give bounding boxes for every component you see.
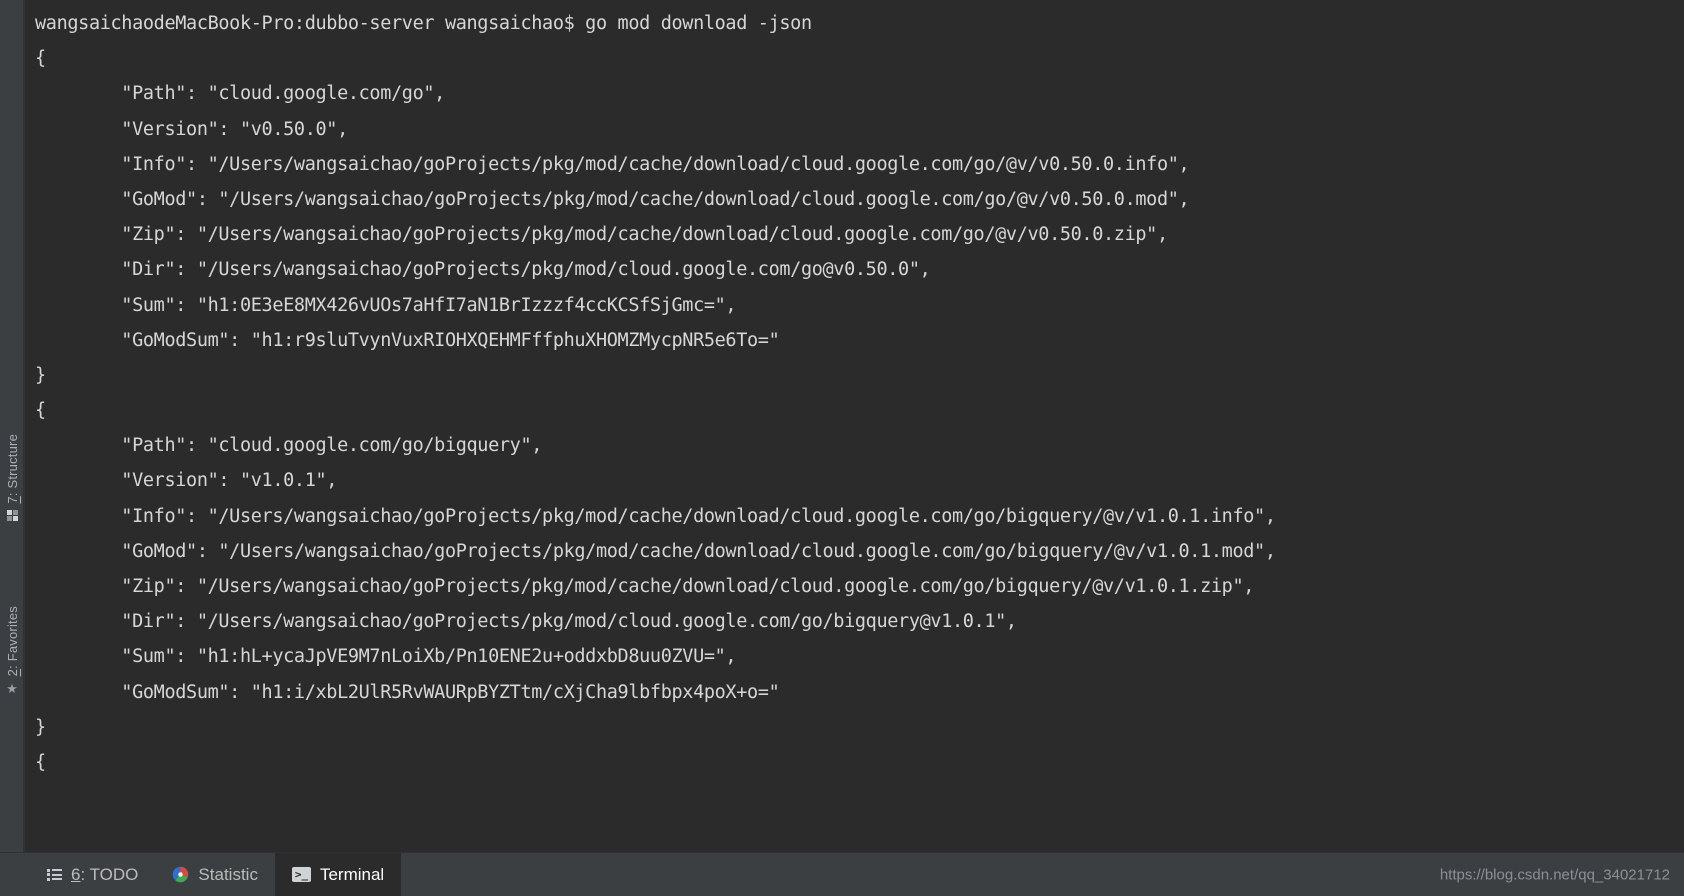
tool-window-bar: 6: TODO Statistic >_ Terminal https://bl…: [0, 852, 1684, 896]
terminal-output[interactable]: wangsaichaodeMacBook-Pro:dubbo-server wa…: [25, 0, 1684, 780]
sidebar-item-structure-label: 7: Structure: [5, 432, 20, 506]
terminal-line: "Zip": "/Users/wangsaichao/goProjects/pk…: [35, 576, 1255, 597]
terminal-line: {: [35, 48, 46, 70]
terminal-line: "Zip": "/Users/wangsaichao/goProjects/pk…: [35, 224, 1168, 246]
statusbar-tab-todo-label: 6: TODO: [71, 865, 138, 885]
statusbar-tab-statistic[interactable]: Statistic: [155, 853, 275, 896]
statusbar-tab-terminal[interactable]: >_ Terminal: [274, 853, 402, 896]
terminal-line: {: [35, 400, 46, 422]
sidebar-item-structure-number: 7: [4, 496, 20, 504]
ide-window: 7: Structure 2: Favorites ★ wangsaichaod…: [0, 0, 1684, 896]
sidebar-item-favorites-text: : Favorites: [4, 606, 20, 669]
terminal-line: {: [35, 751, 46, 773]
terminal-line: "Sum": "h1:hL+ycaJpVE9M7nLoiXb/Pn10ENE2u…: [35, 646, 737, 668]
statusbar-tab-todo[interactable]: 6: TODO: [30, 853, 155, 896]
statusbar-tab-statistic-label: Statistic: [198, 864, 258, 884]
terminal-icon: >_: [291, 867, 311, 882]
terminal-line: "Info": "/Users/wangsaichao/goProjects/p…: [35, 153, 1190, 175]
terminal-line: "Version": "v1.0.1",: [35, 470, 338, 492]
terminal-line: "GoMod": "/Users/wangsaichao/goProjects/…: [35, 540, 1276, 562]
terminal-line: "Version": "v0.50.0",: [35, 118, 348, 140]
terminal-line: "Dir": "/Users/wangsaichao/goProjects/pk…: [35, 259, 931, 281]
terminal-line: "Path": "cloud.google.com/go",: [35, 83, 445, 105]
terminal-line: "GoModSum": "h1:r9sluTvynVuxRIOHXQEHMFff…: [35, 329, 780, 351]
left-tool-stripe: 7: Structure 2: Favorites ★: [0, 0, 24, 852]
statusbar-tab-terminal-label: Terminal: [319, 864, 385, 884]
sidebar-item-structure-text: : Structure: [4, 434, 20, 497]
terminal-line: "Dir": "/Users/wangsaichao/goProjects/pk…: [35, 611, 1017, 633]
statusbar-tab-todo-text: : TODO: [80, 864, 139, 884]
terminal-line: wangsaichaodeMacBook-Pro:dubbo-server wa…: [35, 13, 812, 34]
sidebar-item-structure[interactable]: 7: Structure: [0, 432, 24, 521]
sidebar-item-favorites-number: 2: [4, 668, 20, 677]
main-body: 7: Structure 2: Favorites ★ wangsaichaod…: [0, 0, 1684, 852]
terminal-line: "Sum": "h1:0E3eE8MX426vUOs7aHfI7aN1BrIzz…: [35, 294, 737, 316]
terminal-line: "Info": "/Users/wangsaichao/goProjects/p…: [35, 505, 1276, 527]
sidebar-item-favorites[interactable]: 2: Favorites ★: [0, 604, 24, 695]
terminal-line: }: [35, 364, 46, 386]
watermark: https://blog.csdn.net/qq_34021712: [1439, 866, 1670, 883]
list-icon: [47, 868, 62, 881]
star-icon: ★: [6, 681, 18, 697]
terminal-line: "GoMod": "/Users/wangsaichao/goProjects/…: [35, 188, 1190, 210]
terminal-panel[interactable]: wangsaichaodeMacBook-Pro:dubbo-server wa…: [24, 0, 1684, 852]
grid-icon: [6, 509, 18, 521]
terminal-line: "Path": "cloud.google.com/go/bigquery",: [35, 435, 543, 457]
terminal-line: "GoModSum": "h1:i/xbL2UlR5RvWAURpBYZTtm/…: [35, 681, 780, 703]
sidebar-item-favorites-label: 2: Favorites: [5, 604, 20, 678]
terminal-line: }: [35, 716, 46, 738]
statistic-icon: [172, 866, 189, 883]
